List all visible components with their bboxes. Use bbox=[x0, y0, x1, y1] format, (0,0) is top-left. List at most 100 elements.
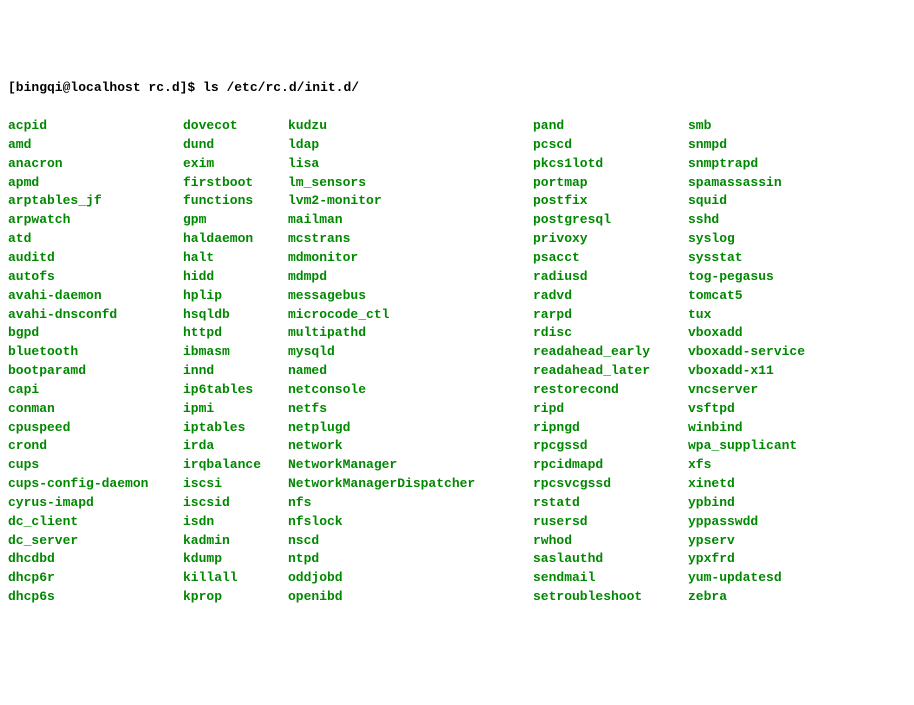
file-entry: cyrus-imapd bbox=[8, 494, 183, 513]
file-entry: iptables bbox=[183, 419, 288, 438]
file-entry: yppasswdd bbox=[688, 513, 843, 532]
file-entry: snmpd bbox=[688, 136, 843, 155]
file-entry: pand bbox=[533, 117, 688, 136]
file-entry: psacct bbox=[533, 249, 688, 268]
listing-column: pandpcscdpkcs1lotdportmappostfixpostgres… bbox=[533, 117, 688, 607]
file-entry: conman bbox=[8, 400, 183, 419]
file-entry: dovecot bbox=[183, 117, 288, 136]
file-entry: sendmail bbox=[533, 569, 688, 588]
listing-column: smbsnmpdsnmptrapdspamassassinsquidsshdsy… bbox=[688, 117, 843, 607]
file-entry: restorecond bbox=[533, 381, 688, 400]
file-entry: rwhod bbox=[533, 532, 688, 551]
file-entry: amd bbox=[8, 136, 183, 155]
file-entry: isdn bbox=[183, 513, 288, 532]
file-entry: NetworkManager bbox=[288, 456, 533, 475]
file-entry: pkcs1lotd bbox=[533, 155, 688, 174]
file-entry: saslauthd bbox=[533, 550, 688, 569]
file-entry: ripngd bbox=[533, 419, 688, 438]
file-entry: mdmpd bbox=[288, 268, 533, 287]
file-entry: avahi-daemon bbox=[8, 287, 183, 306]
file-entry: hsqldb bbox=[183, 306, 288, 325]
file-entry: postfix bbox=[533, 192, 688, 211]
listing-column: kudzuldaplisalm_sensorslvm2-monitormailm… bbox=[288, 117, 533, 607]
file-entry: nscd bbox=[288, 532, 533, 551]
file-entry: openibd bbox=[288, 588, 533, 607]
file-entry: tomcat5 bbox=[688, 287, 843, 306]
file-entry: halt bbox=[183, 249, 288, 268]
file-entry: bluetooth bbox=[8, 343, 183, 362]
file-entry: sshd bbox=[688, 211, 843, 230]
file-entry: yum-updatesd bbox=[688, 569, 843, 588]
file-entry: exim bbox=[183, 155, 288, 174]
file-entry: tux bbox=[688, 306, 843, 325]
file-entry: setroubleshoot bbox=[533, 588, 688, 607]
file-entry: auditd bbox=[8, 249, 183, 268]
file-entry: irda bbox=[183, 437, 288, 456]
file-entry: squid bbox=[688, 192, 843, 211]
file-entry: radvd bbox=[533, 287, 688, 306]
file-entry: cups bbox=[8, 456, 183, 475]
file-entry: kprop bbox=[183, 588, 288, 607]
file-entry: apmd bbox=[8, 174, 183, 193]
file-entry: messagebus bbox=[288, 287, 533, 306]
prompt-line: [bingqi@localhost rc.d]$ ls /etc/rc.d/in… bbox=[8, 79, 906, 98]
file-entry: capi bbox=[8, 381, 183, 400]
file-entry: xinetd bbox=[688, 475, 843, 494]
file-entry: httpd bbox=[183, 324, 288, 343]
file-entry: lvm2-monitor bbox=[288, 192, 533, 211]
file-entry: ldap bbox=[288, 136, 533, 155]
file-entry: vsftpd bbox=[688, 400, 843, 419]
file-entry: mysqld bbox=[288, 343, 533, 362]
file-entry: lisa bbox=[288, 155, 533, 174]
file-entry: ibmasm bbox=[183, 343, 288, 362]
file-entry: haldaemon bbox=[183, 230, 288, 249]
file-entry: hplip bbox=[183, 287, 288, 306]
file-entry: hidd bbox=[183, 268, 288, 287]
file-entry: readahead_early bbox=[533, 343, 688, 362]
file-entry: anacron bbox=[8, 155, 183, 174]
file-entry: innd bbox=[183, 362, 288, 381]
file-entry: killall bbox=[183, 569, 288, 588]
file-entry: vboxadd-x11 bbox=[688, 362, 843, 381]
file-entry: autofs bbox=[8, 268, 183, 287]
file-entry: bootparamd bbox=[8, 362, 183, 381]
file-entry: rdisc bbox=[533, 324, 688, 343]
file-entry: vboxadd-service bbox=[688, 343, 843, 362]
file-entry: ypbind bbox=[688, 494, 843, 513]
file-entry: dhcp6r bbox=[8, 569, 183, 588]
file-entry: privoxy bbox=[533, 230, 688, 249]
file-entry: zebra bbox=[688, 588, 843, 607]
file-entry: ypxfrd bbox=[688, 550, 843, 569]
file-entry: acpid bbox=[8, 117, 183, 136]
file-entry: dc_client bbox=[8, 513, 183, 532]
file-entry: named bbox=[288, 362, 533, 381]
file-entry: mcstrans bbox=[288, 230, 533, 249]
file-entry: dhcdbd bbox=[8, 550, 183, 569]
file-entry: nfs bbox=[288, 494, 533, 513]
listing-column: dovecotdundeximfirstbootfunctionsgpmhald… bbox=[183, 117, 288, 607]
file-listing: acpidamdanacronapmdarptables_jfarpwatch a… bbox=[8, 117, 906, 607]
file-entry: mailman bbox=[288, 211, 533, 230]
file-entry: functions bbox=[183, 192, 288, 211]
file-entry: readahead_later bbox=[533, 362, 688, 381]
file-entry: iscsid bbox=[183, 494, 288, 513]
file-entry: rpcgssd bbox=[533, 437, 688, 456]
file-entry: rstatd bbox=[533, 494, 688, 513]
file-entry: irqbalance bbox=[183, 456, 288, 475]
file-entry: xfs bbox=[688, 456, 843, 475]
file-entry: netplugd bbox=[288, 419, 533, 438]
file-entry: rpcidmapd bbox=[533, 456, 688, 475]
file-entry: microcode_ctl bbox=[288, 306, 533, 325]
file-entry: vboxadd bbox=[688, 324, 843, 343]
file-entry: sysstat bbox=[688, 249, 843, 268]
file-entry: arpwatch bbox=[8, 211, 183, 230]
file-entry: dc_server bbox=[8, 532, 183, 551]
file-entry: arptables_jf bbox=[8, 192, 183, 211]
file-entry: wpa_supplicant bbox=[688, 437, 843, 456]
file-entry: crond bbox=[8, 437, 183, 456]
file-entry: firstboot bbox=[183, 174, 288, 193]
file-entry: ipmi bbox=[183, 400, 288, 419]
file-entry: rusersd bbox=[533, 513, 688, 532]
file-entry: vncserver bbox=[688, 381, 843, 400]
file-entry: kdump bbox=[183, 550, 288, 569]
